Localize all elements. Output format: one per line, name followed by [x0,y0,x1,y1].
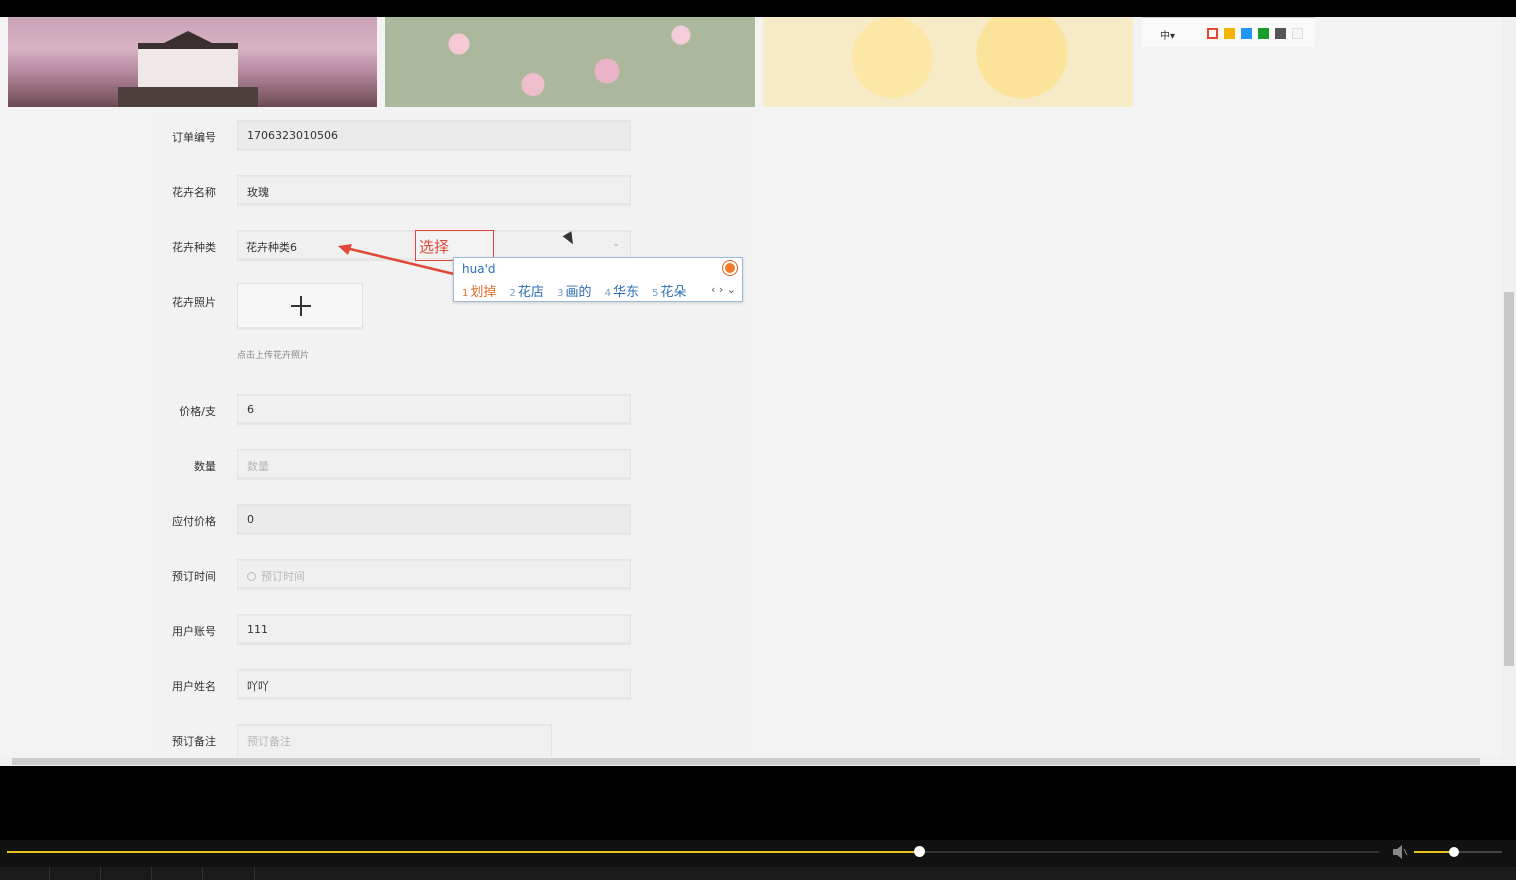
price-input[interactable]: 6 [237,394,631,425]
annotation-arrow [338,244,455,276]
volume-handle[interactable] [1448,847,1459,857]
language-dropdown[interactable]: 中▾ [1160,27,1175,42]
color-swatch-gray[interactable] [1275,28,1286,39]
banner-image-castle [8,17,377,107]
flower-name-label: 花卉名称 [172,186,216,199]
flower-photo-label: 花卉照片 [172,296,216,309]
flower-type-value: 花卉种类6 [246,241,297,254]
browser-viewport: 中▾ 订单编号 1706323010506 花卉名称 玫瑰 花卉种类 花卉种类6… [0,17,1516,766]
quantity-label: 数量 [194,460,216,473]
player-bottom-strip [0,867,1516,880]
payable-input[interactable]: 0 [237,504,631,535]
ime-pinyin: hua'd [462,262,496,276]
reserve-time-input[interactable]: 预订时间 [237,559,631,590]
horizontal-scrollbar[interactable] [0,757,1502,766]
color-swatch-yellow[interactable] [1224,28,1235,39]
photo-upload-button[interactable] [237,283,363,330]
color-swatch-red[interactable] [1207,28,1218,39]
clock-icon [247,572,256,581]
user-account-label: 用户账号 [172,625,216,638]
video-player-controls [0,840,1516,880]
main-panel: 订单编号 1706323010506 花卉名称 玫瑰 花卉种类 花卉种类6 ⌄ … [150,112,1350,766]
upload-hint: 点击上传花卉照片 [237,351,310,361]
scrollbar-thumb[interactable] [12,758,1480,765]
ime-candidate[interactable]: 2 花店 [510,285,544,300]
volume-slider[interactable] [1414,847,1502,857]
theme-toolbar: 中▾ [1142,17,1315,47]
volume-icon[interactable] [1392,845,1408,859]
ime-candidate[interactable]: 1 划掉 [462,285,496,300]
payable-label: 应付价格 [172,515,216,528]
color-swatch-green[interactable] [1258,28,1269,39]
user-name-input[interactable]: 吖吖 [237,669,631,700]
ime-candidate[interactable]: 4 华东 [605,285,639,300]
ime-candidates: 1 划掉 2 花店 3 画的 4 华东 5 花朵 [462,281,696,300]
ime-candidate[interactable]: 3 画的 [557,285,591,300]
user-name-label: 用户姓名 [172,680,216,693]
ime-candidate[interactable]: 5 花朵 [652,285,686,300]
progress-handle[interactable] [914,846,926,857]
banner-image-flowers [385,17,755,107]
price-label: 价格/支 [179,405,216,418]
flower-name-input[interactable]: 玫瑰 [237,175,631,206]
ime-page-nav[interactable]: ‹ › ⌄ [711,283,736,296]
user-account-input[interactable]: 111 [237,614,631,645]
volume-fill [1414,851,1454,853]
progress-fill [7,851,920,853]
color-swatch-white[interactable] [1292,28,1303,39]
order-no-label: 订单编号 [172,131,216,144]
remark-label: 预订备注 [172,735,216,748]
chevron-down-icon: ⌄ [612,239,620,249]
scrollbar-thumb[interactable] [1504,292,1514,666]
reserve-time-placeholder: 预订时间 [261,570,305,583]
ime-candidate-window: hua'd 1 划掉 2 花店 3 画的 4 华东 5 花朵 ‹ › ⌄ [453,257,743,302]
quantity-input[interactable]: 数量 [237,449,631,480]
vertical-scrollbar[interactable] [1502,17,1516,766]
flower-type-label: 花卉种类 [172,241,216,254]
progress-bar[interactable] [7,846,1379,857]
order-no-input[interactable]: 1706323010506 [237,120,631,151]
color-swatch-blue[interactable] [1241,28,1252,39]
banner-image-lily [763,17,1133,107]
reserve-time-label: 预订时间 [172,570,216,583]
screen: 中▾ 订单编号 1706323010506 花卉名称 玫瑰 花卉种类 花卉种类6… [0,0,1516,880]
ime-logo-icon[interactable] [723,261,737,275]
reservation-form: 订单编号 1706323010506 花卉名称 玫瑰 花卉种类 花卉种类6 ⌄ … [150,112,756,766]
